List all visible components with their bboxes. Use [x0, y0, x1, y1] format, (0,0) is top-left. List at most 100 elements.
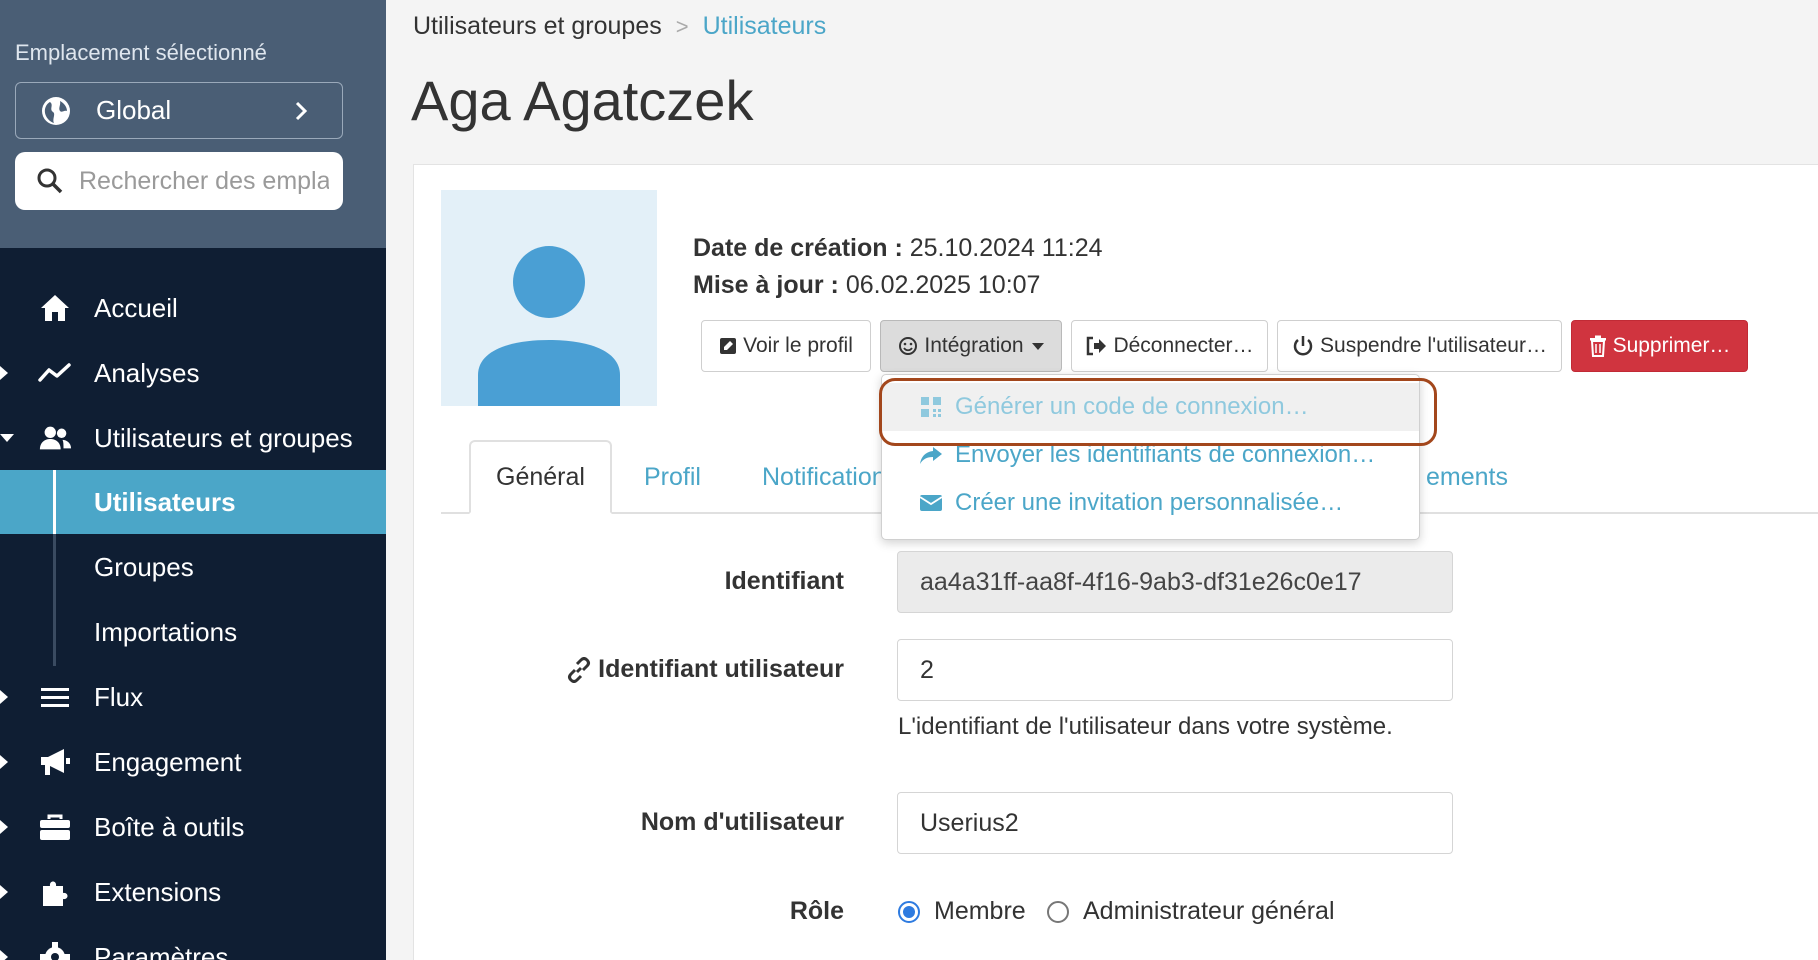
search-icon: [37, 168, 63, 194]
username-label: Nom d'utilisateur: [640, 808, 844, 836]
gear-icon: [38, 940, 72, 960]
tab-partially-hidden[interactable]: ements: [1426, 440, 1508, 514]
button-label: Voir le profil: [743, 334, 853, 357]
sidebar-item-imports[interactable]: Importations: [0, 600, 386, 664]
smile-icon: [899, 337, 918, 355]
users-icon: [38, 421, 72, 455]
power-icon: [1293, 336, 1313, 356]
nav-item-extensions[interactable]: Extensions: [0, 860, 386, 924]
nav-item-label: Analyses: [94, 357, 200, 388]
nav-item-analyses[interactable]: Analyses: [0, 341, 386, 405]
location-search-input[interactable]: [79, 166, 329, 196]
user-meta: Date de création : 25.10.2024 11:24 Mise…: [693, 230, 1103, 304]
nav-item-label: Boîte à outils: [94, 811, 245, 842]
nav-item-label: Utilisateurs et groupes: [94, 422, 353, 453]
analytics-icon: [38, 356, 72, 390]
nav-item-label: Extensions: [94, 876, 222, 907]
radio-checked-icon[interactable]: [898, 900, 920, 923]
role-label: Rôle: [789, 897, 844, 925]
suspend-user-button[interactable]: Suspendre l'utilisateur…: [1277, 320, 1562, 372]
trash-icon: [1589, 335, 1606, 357]
role-option-admin[interactable]: Administrateur général: [1047, 897, 1335, 926]
radio-label: Membre: [934, 897, 1026, 925]
nav-item-label: Flux: [94, 681, 144, 712]
location-panel: Emplacement sélectionné Global: [0, 0, 386, 248]
nav-item-label: Utilisateurs: [94, 486, 236, 517]
user-id-label: Identifiant utilisateur: [598, 655, 844, 683]
menu-lines-icon: [38, 680, 72, 714]
button-label: Supprimer…: [1612, 334, 1731, 357]
chevron-right-icon: [295, 101, 308, 121]
user-id-field[interactable]: [897, 639, 1453, 701]
button-label: Intégration: [924, 334, 1024, 357]
created-value: 25.10.2024 11:24: [909, 234, 1103, 262]
nav-item-users-groups[interactable]: Utilisateurs et groupes: [0, 406, 386, 470]
nav-item-engagement[interactable]: Engagement: [0, 730, 386, 794]
delete-user-button[interactable]: Supprimer…: [1571, 320, 1748, 372]
toolbox-icon: [38, 810, 72, 844]
menu-item-create-invitation[interactable]: Créer une invitation personnalisée…: [882, 479, 1419, 527]
edit-square-icon: [720, 338, 737, 354]
radio-unchecked-icon[interactable]: [1047, 900, 1069, 923]
nav-item-label: Paramètres: [94, 941, 229, 960]
location-selector-button[interactable]: Global: [15, 82, 343, 139]
tab-label: Général: [496, 462, 585, 491]
logout-button[interactable]: Déconnecter…: [1071, 320, 1268, 372]
expand-caret-icon: [0, 950, 8, 960]
sign-out-icon: [1087, 336, 1107, 356]
breadcrumb-current[interactable]: Utilisateurs: [703, 12, 827, 41]
tab-general[interactable]: Général: [469, 440, 612, 514]
envelope-icon: [918, 490, 944, 516]
expand-caret-icon: [0, 885, 8, 899]
nav-item-home[interactable]: Accueil: [0, 276, 386, 340]
expand-caret-icon: [0, 366, 8, 380]
highlight-annotation: [879, 378, 1437, 446]
sidebar-item-groups[interactable]: Groupes: [0, 535, 386, 599]
tab-profile[interactable]: Profil: [644, 440, 701, 514]
nav-item-label: Accueil: [94, 292, 178, 323]
radio-label: Administrateur général: [1083, 897, 1335, 925]
breadcrumb-parent-link[interactable]: Utilisateurs et groupes: [413, 12, 662, 41]
expand-caret-icon: [0, 820, 8, 834]
id-label: Identifiant: [724, 567, 844, 595]
nav-item-label: Importations: [94, 616, 238, 647]
nav-item-label: Engagement: [94, 746, 242, 777]
nav-item-settings[interactable]: Paramètres: [0, 925, 386, 960]
expand-caret-icon: [0, 755, 8, 769]
home-icon: [38, 291, 72, 325]
collapse-caret-icon: [0, 434, 14, 442]
link-icon: [568, 656, 591, 683]
location-search[interactable]: [15, 152, 343, 210]
user-id-label-row: Identifiant utilisateur: [540, 655, 844, 684]
expand-caret-icon: [0, 690, 8, 704]
globe-icon: [42, 96, 70, 125]
updated-label: Mise à jour :: [693, 271, 839, 299]
breadcrumb-separator: >: [675, 13, 689, 39]
tab-notifications[interactable]: Notifications: [762, 440, 898, 514]
caret-down-icon: [1031, 342, 1044, 350]
breadcrumb: Utilisateurs et groupes > Utilisateurs: [413, 12, 826, 41]
menu-item-label: Créer une invitation personnalisée…: [955, 489, 1344, 516]
button-label: Suspendre l'utilisateur…: [1320, 334, 1547, 357]
updated-value: 06.02.2025 10:07: [845, 271, 1041, 299]
megaphone-icon: [38, 745, 72, 779]
integration-dropdown-button[interactable]: Intégration: [880, 320, 1062, 372]
created-label: Date de création :: [693, 234, 903, 262]
location-label: Emplacement sélectionné: [15, 40, 267, 65]
avatar: [441, 190, 657, 406]
location-value: Global: [96, 95, 172, 125]
role-option-member[interactable]: Membre: [898, 897, 1026, 926]
nav-item-toolbox[interactable]: Boîte à outils: [0, 795, 386, 859]
puzzle-icon: [38, 875, 72, 909]
id-field[interactable]: [897, 551, 1453, 613]
tab-label: Profil: [644, 462, 701, 491]
sidebar-item-users[interactable]: Utilisateurs: [0, 470, 386, 534]
username-field[interactable]: [897, 792, 1453, 854]
user-id-help-text: L'identifiant de l'utilisateur dans votr…: [898, 713, 1393, 740]
view-profile-button[interactable]: Voir le profil: [701, 320, 871, 372]
nav-item-flux[interactable]: Flux: [0, 665, 386, 729]
tab-label: Notifications: [762, 462, 899, 491]
tab-label: ements: [1426, 462, 1508, 491]
user-silhouette-icon: [478, 246, 620, 406]
sidebar: Emplacement sélectionné Global Accueil A…: [0, 0, 386, 960]
